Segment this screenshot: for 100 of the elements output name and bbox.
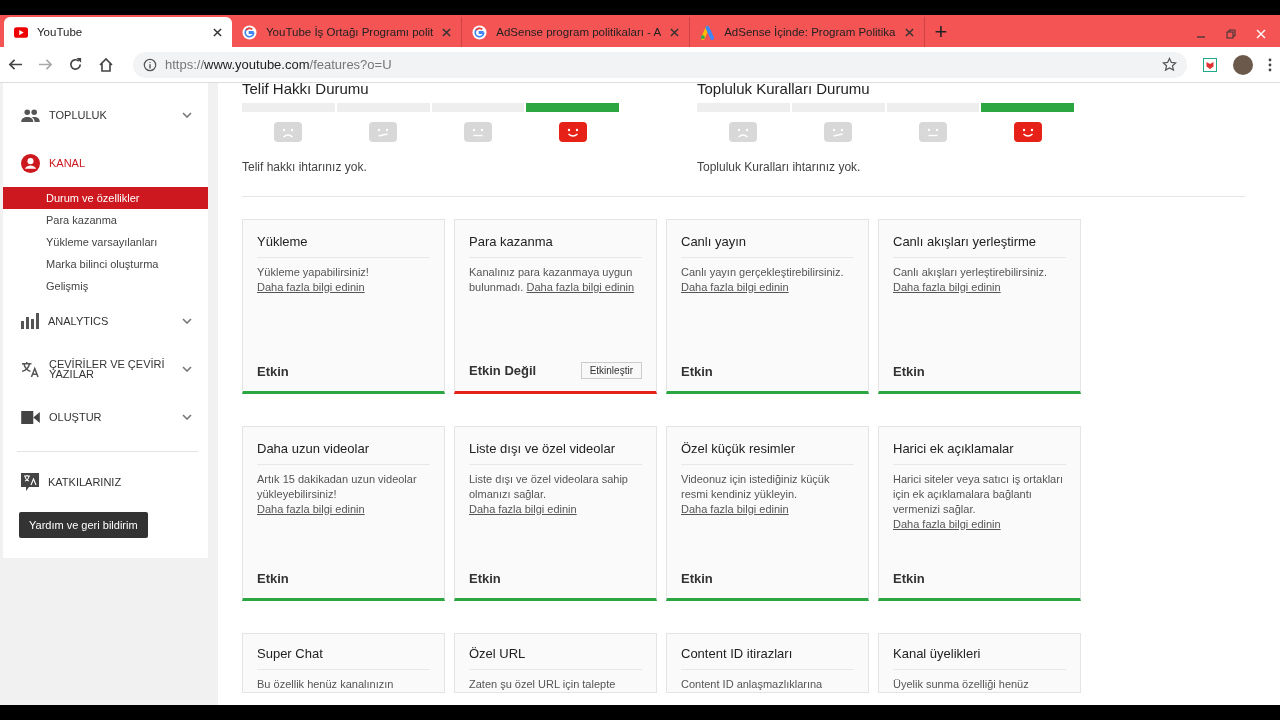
sidebar-subitem[interactable]: Para kazanma [3, 209, 208, 231]
profile-avatar[interactable] [1233, 54, 1253, 75]
feature-description: Liste dışı ve özel videolara sahip olmanızı sağlar. Daha fazla bilgi edinin [469, 472, 629, 517]
sidebar-subitem[interactable]: Yükleme varsayılanları [3, 231, 208, 253]
tab-title: YouTube İş Ortağı Programı polit [266, 26, 434, 38]
learn-more-link[interactable]: Daha fazla bilgi edinin [893, 518, 1001, 530]
learn-more-link[interactable]: Daha fazla bilgi edinin [681, 281, 789, 293]
feature-description: Content ID anlaşmazlıklarına [681, 677, 824, 692]
face-icon [729, 122, 758, 142]
feature-title: Özel URL [469, 646, 642, 670]
feature-description: Zaten şu özel URL için talepte [469, 677, 617, 692]
feature-description: Bu özellik henüz kanalınızın [257, 677, 395, 692]
home-icon[interactable] [98, 56, 114, 73]
feature-title: Para kazanma [469, 234, 642, 258]
feature-status: Etkin [893, 364, 925, 379]
chevron-down-icon [182, 366, 192, 372]
restore-icon[interactable] [1226, 29, 1236, 39]
face-icon [918, 122, 947, 142]
feature-title: Super Chat [257, 646, 430, 670]
new-tab-button[interactable]: + [924, 17, 958, 47]
feature-title: Liste dışı ve özel videolar [469, 441, 642, 465]
tab-title: AdSense İçinde: Program Politika [724, 26, 896, 38]
url-text: https://www.youtube.com/features?o=U [165, 57, 392, 72]
feature-description: Canlı akışları yerleştirebilirsiniz. Daha fazla bilgi edinin [893, 265, 1049, 295]
reload-icon[interactable] [68, 57, 83, 72]
learn-more-link[interactable]: Daha fazla bilgi edinin [257, 281, 365, 293]
chevron-down-icon [182, 112, 192, 118]
status-message: Topluluk Kuralları ihtarınız yok. [697, 160, 862, 174]
browser-tab[interactable]: YouTube [4, 17, 232, 47]
sidebar-section[interactable]: KANAL [3, 139, 208, 187]
status-message: Telif hakkı ihtarınız yok. [242, 160, 368, 174]
face-icon [824, 122, 853, 142]
status-title: Topluluk Kuralları Durumu [697, 83, 871, 97]
feature-title: Daha uzun videolar [257, 441, 430, 465]
tab-title: YouTube [37, 26, 84, 38]
feature-description: Artık 15 dakikadan uzun videolar yükleyebilirsiniz! Daha fazla bilgi edinin [257, 472, 418, 517]
feature-description: Kanalınız para kazanmaya uygun bulunmadı. Daha fazla bilgi edinin [469, 265, 636, 295]
feature-description: Canlı yayın gerçekleştirebilirsiniz. Daha fazla bilgi edinin [681, 265, 845, 295]
adsense-logo-icon [700, 24, 716, 40]
extension-icon[interactable] [1202, 56, 1218, 73]
address-bar[interactable]: https://www.youtube.com/features?o=U [133, 51, 1187, 78]
info-icon [143, 57, 157, 72]
feature-status: Etkin [681, 364, 713, 379]
face-icon [558, 122, 587, 142]
translate-box-icon [21, 473, 39, 491]
people-icon [21, 108, 40, 122]
feature-status: Etkin Değil [469, 363, 537, 378]
sidebar-label: ANALYTICS [48, 316, 110, 326]
sidebar-section[interactable]: OLUŞTUR [3, 393, 208, 441]
feature-status: Etkin [257, 364, 289, 379]
feature-title: Content ID itirazları [681, 646, 854, 670]
feature-description: Harici siteler veya satıcı iş ortakları için ek açıklamalara bağlantı vermenizi sağlar. Daha fazla bilgi edinin [893, 472, 1064, 532]
learn-more-link[interactable]: Daha fazla bilgi edinin [681, 503, 789, 515]
learn-more-link[interactable]: Daha fazla bilgi edinin [526, 281, 635, 293]
status-title: Telif Hakkı Durumu [242, 83, 370, 97]
sidebar-section[interactable]: TOPLULUK [3, 91, 208, 139]
google-logo-icon [472, 24, 488, 40]
bar-chart-icon [21, 313, 39, 329]
feature-status: Etkin [681, 571, 713, 586]
back-arrow-icon[interactable] [8, 57, 23, 72]
sidebar-label: KANAL [49, 158, 87, 168]
feature-status: Etkin [893, 571, 925, 586]
sidebar-label[interactable]: KATKILARINIZ [48, 477, 192, 487]
youtube-logo-icon [14, 26, 28, 38]
account-icon [21, 153, 40, 173]
tab-title: AdSense program politikaları - A [496, 26, 662, 38]
chevron-down-icon [182, 414, 192, 420]
feature-title: Kanal üyelikleri [893, 646, 1066, 670]
sidebar-subitem[interactable]: Durum ve özellikler [3, 187, 208, 209]
sidebar-subitem[interactable]: Gelişmiş [3, 275, 208, 297]
sidebar-label: ÇEVİRİLER VE ÇEVİRİ YAZILAR [49, 359, 166, 379]
face-icon [463, 122, 492, 142]
feature-title: Özel küçük resimler [681, 441, 854, 465]
feature-description: Üyelik sunma özelliği henüz [893, 677, 1030, 692]
help-feedback-button[interactable]: Yardım ve geri bildirim [19, 512, 148, 538]
close-icon[interactable] [213, 27, 222, 37]
video-camera-icon [21, 410, 40, 424]
star-icon[interactable] [1162, 57, 1177, 72]
feature-status: Etkin [469, 571, 501, 586]
feature-description: Videonuz için istediğiniz küçük resmi kendiniz yükleyin. Daha fazla bilgi edinin [681, 472, 831, 517]
learn-more-link[interactable]: Daha fazla bilgi edinin [893, 281, 1001, 293]
menu-icon[interactable] [1268, 56, 1272, 73]
feature-description: Yükleme yapabilirsiniz! Daha fazla bilgi edinin [257, 265, 370, 295]
sidebar-label: TOPLULUK [49, 110, 108, 120]
feature-status: Etkin [257, 571, 289, 586]
face-icon [369, 122, 398, 142]
google-logo-icon [242, 24, 257, 40]
enable-button[interactable]: Etkinleştir [580, 362, 642, 379]
feature-title: Canlı akışları yerleştirme [893, 234, 1066, 258]
feature-title: Harici ek açıklamalar [893, 441, 1066, 465]
learn-more-link[interactable]: Daha fazla bilgi edinin [257, 503, 365, 515]
sidebar-subitem[interactable]: Marka bilinci oluşturma [3, 253, 208, 275]
feature-title: Yükleme [257, 234, 430, 258]
sidebar-section[interactable]: ÇEVİRİLER VE ÇEVİRİ YAZILAR [3, 345, 208, 393]
sidebar-section[interactable]: ANALYTICS [3, 297, 208, 345]
learn-more-link[interactable]: Daha fazla bilgi edinin [469, 503, 577, 515]
sidebar-label: OLUŞTUR [49, 412, 103, 422]
face-icon [274, 122, 303, 142]
chevron-down-icon [182, 318, 192, 324]
translate-icon [21, 360, 40, 378]
